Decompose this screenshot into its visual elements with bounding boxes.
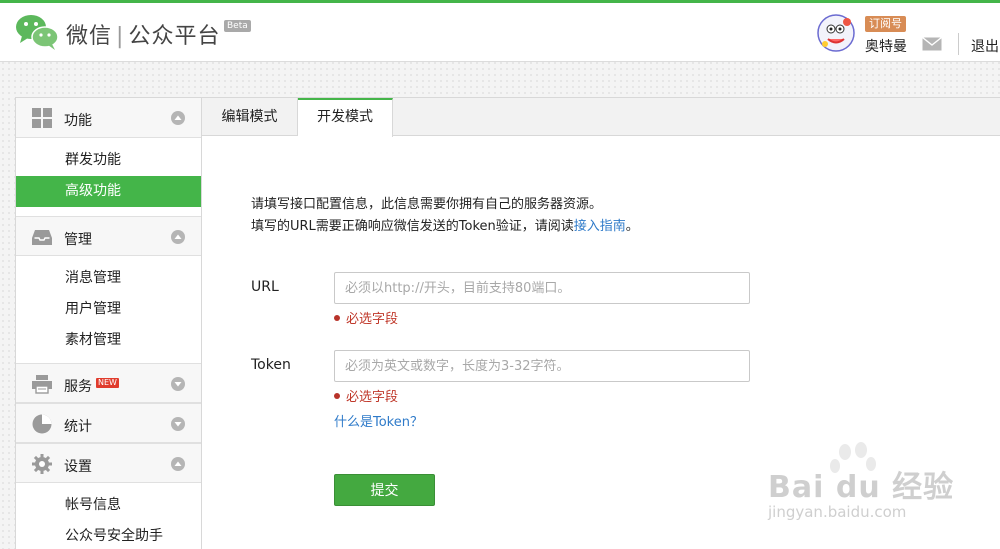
brand-separator: | xyxy=(116,24,125,49)
sidebar-section-label: 服务 xyxy=(64,379,92,395)
sidebar-item-messages[interactable]: 消息管理 xyxy=(16,263,201,294)
intro-line-2: 填写的URL需要正确响应微信发送的Token验证，请阅读接入指南。 xyxy=(251,215,639,234)
sidebar-section-management[interactable]: 管理 xyxy=(16,216,201,256)
error-dot-icon xyxy=(334,393,340,399)
sidebar-item-materials[interactable]: 素材管理 xyxy=(16,325,201,356)
tab-bar: 编辑模式 开发模式 xyxy=(202,98,1000,137)
brand-title: 微信 | 公众平台 xyxy=(66,18,220,50)
account-type-badge: 订阅号 xyxy=(865,16,906,32)
sidebar-section-features[interactable]: 功能 xyxy=(16,98,201,138)
beta-badge: Beta xyxy=(224,20,251,32)
top-header: 微信 | 公众平台 Beta 订阅号 奥特曼 退出 xyxy=(0,0,1000,62)
url-input[interactable] xyxy=(334,272,750,304)
chevron-up-icon[interactable] xyxy=(171,457,185,471)
account-avatar[interactable] xyxy=(816,13,856,53)
intro-line-2-text: 填写的URL需要正确响应微信发送的Token验证，请阅读 xyxy=(251,219,574,234)
inbox-icon xyxy=(32,230,52,245)
printer-icon xyxy=(32,375,52,394)
sidebar-section-label: 统计 xyxy=(64,419,92,435)
sidebar-section-statistics[interactable]: 统计 xyxy=(16,403,201,443)
sidebar-item-security-assistant[interactable]: 公众号安全助手 xyxy=(16,521,201,549)
pie-chart-icon xyxy=(32,414,52,434)
account-name[interactable]: 奥特曼 xyxy=(865,36,907,56)
what-is-token-link[interactable]: 什么是Token？ xyxy=(334,411,423,430)
header-divider xyxy=(958,33,959,55)
logout-link[interactable]: 退出 xyxy=(971,36,999,56)
chevron-down-icon[interactable] xyxy=(171,417,185,431)
brand-name: 微信 xyxy=(66,24,113,49)
token-error: 必选字段 xyxy=(334,386,398,405)
brand-product: 公众平台 xyxy=(128,24,221,49)
watermark-brand: Bai du 经验 xyxy=(768,470,955,505)
sidebar: 功能 群发功能 高级功能 管理 消息管理 用户管理 素材管理 服务 NEW 统计… xyxy=(15,97,202,549)
sidebar-section-label: 功能 xyxy=(64,113,92,129)
sidebar-item-users[interactable]: 用户管理 xyxy=(16,294,201,325)
sidebar-item-advanced[interactable]: 高级功能 xyxy=(16,176,201,207)
chevron-down-icon[interactable] xyxy=(171,377,185,391)
sidebar-item-account-info[interactable]: 帐号信息 xyxy=(16,490,201,521)
gear-icon xyxy=(32,454,52,474)
sidebar-item-mass-send[interactable]: 群发功能 xyxy=(16,145,201,176)
intro-line-2-suffix: 。 xyxy=(625,219,639,234)
submit-button[interactable]: 提交 xyxy=(334,474,435,506)
new-badge: NEW xyxy=(96,378,119,388)
sidebar-section-label: 管理 xyxy=(64,232,92,248)
chevron-up-icon[interactable] xyxy=(171,230,185,244)
access-guide-link[interactable]: 接入指南 xyxy=(574,219,626,234)
error-dot-icon xyxy=(334,315,340,321)
token-error-text: 必选字段 xyxy=(346,390,399,405)
intro-line-1: 请填写接口配置信息，此信息需要你拥有自己的服务器资源。 xyxy=(251,197,603,212)
tab-edit-mode[interactable]: 编辑模式 xyxy=(202,98,298,136)
wechat-logo-icon[interactable] xyxy=(14,12,60,52)
grid-icon xyxy=(32,108,52,128)
sidebar-section-settings[interactable]: 设置 xyxy=(16,443,201,483)
token-input[interactable] xyxy=(334,350,750,382)
sidebar-section-label: 设置 xyxy=(64,459,92,475)
url-error-text: 必选字段 xyxy=(346,312,399,327)
chevron-up-icon[interactable] xyxy=(171,111,185,125)
token-label: Token xyxy=(251,357,291,373)
url-error: 必选字段 xyxy=(334,308,398,327)
tab-developer-mode[interactable]: 开发模式 xyxy=(298,98,393,137)
mail-icon[interactable] xyxy=(922,37,942,51)
watermark-url: jingyan.baidu.com xyxy=(768,503,907,521)
url-label: URL xyxy=(251,279,279,295)
sidebar-section-services[interactable]: 服务 NEW xyxy=(16,363,201,403)
